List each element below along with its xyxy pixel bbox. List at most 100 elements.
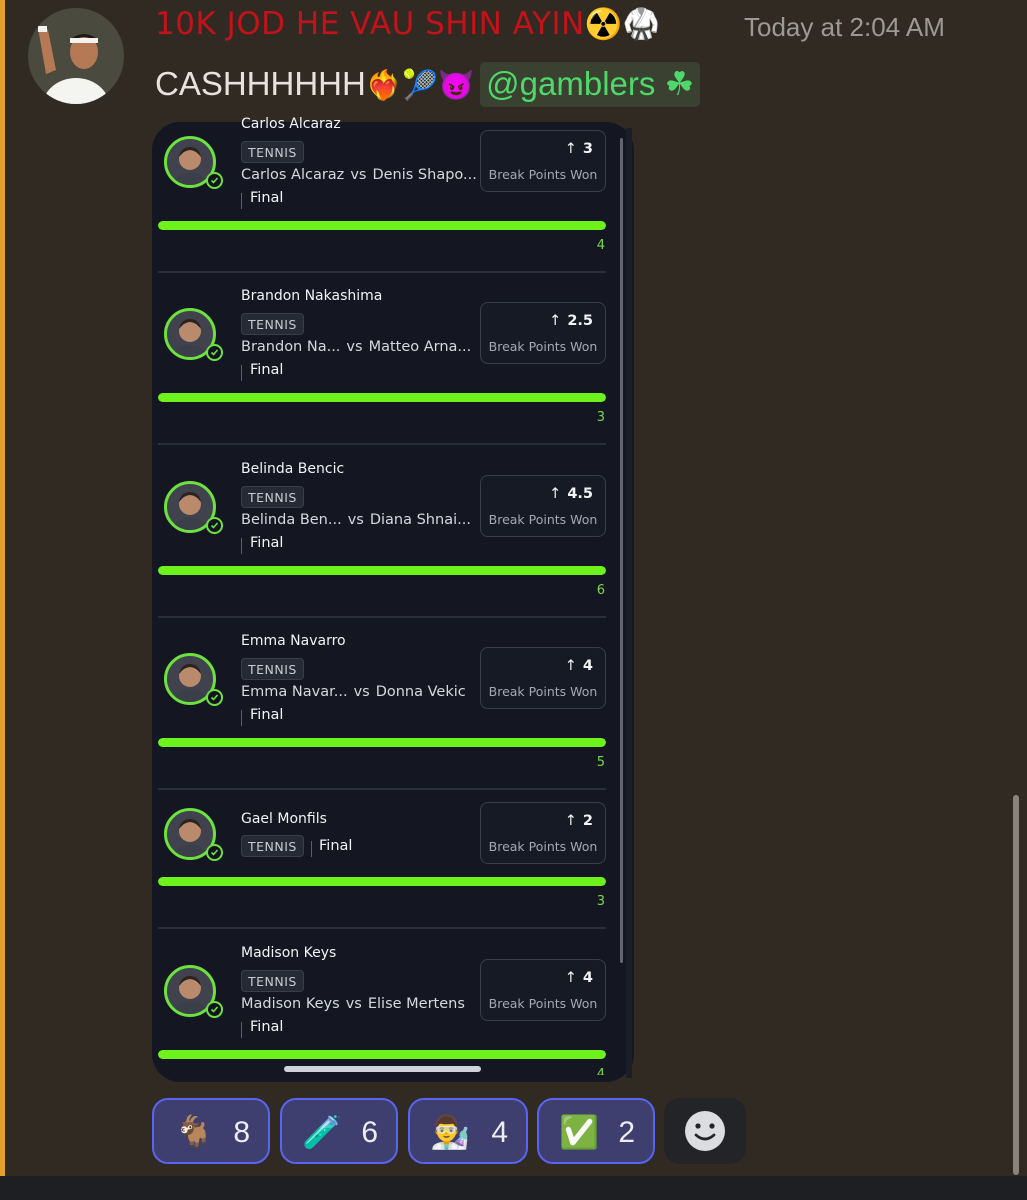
radioactive-icon: ☢️ xyxy=(584,7,623,42)
pick-card[interactable]: Carlos Alcaraz TENNIS Carlos Alcaraz vs Deni… xyxy=(158,116,606,266)
shamrock-icon: ☘ xyxy=(664,65,695,102)
arrow-up-icon: ↑ xyxy=(564,658,577,674)
username-text[interactable]: 10K JOD HE VAU SHIN AYIN xyxy=(155,6,585,42)
status-divider xyxy=(311,841,312,857)
reaction-goat[interactable]: 🐐 8 xyxy=(152,1098,270,1164)
add-reaction-button[interactable] xyxy=(664,1098,746,1164)
matchup-player-b: Matteo Arna... xyxy=(368,339,472,355)
smiling-devil-icon: 😈 xyxy=(438,70,475,102)
chat-scrollbar[interactable] xyxy=(1013,795,1019,1175)
game-status: Final xyxy=(250,535,284,551)
stat-line-box[interactable]: ↑ 4 Break Points Won xyxy=(480,647,606,709)
sport-tag: TENNIS xyxy=(241,970,304,992)
reaction-count: 8 xyxy=(233,1116,250,1149)
role-mention[interactable]: @gamblers ☘ xyxy=(480,62,701,107)
bottom-bar xyxy=(0,1176,1027,1200)
stat-line-box[interactable]: ↑ 2 Break Points Won xyxy=(480,802,606,864)
player-name: Madison Keys xyxy=(241,945,337,961)
stat-line-value: ↑ 4 xyxy=(565,658,593,674)
reaction-scientist[interactable]: 👨‍🔬 4 xyxy=(408,1098,528,1164)
line-value: 2.5 xyxy=(567,313,593,329)
actual-value: 3 xyxy=(596,894,605,909)
reaction-test-tube[interactable]: 🧪 6 xyxy=(280,1098,398,1164)
sport-tag: TENNIS xyxy=(241,313,304,335)
matchup-player-b: Donna Vekic xyxy=(375,684,466,700)
stat-line-value: ↑ 2 xyxy=(565,813,593,829)
verified-check-icon xyxy=(206,689,223,706)
game-status: Final xyxy=(250,362,284,378)
pick-card[interactable]: Gael Monfils TENNIS Final ↑ 2 Break Points Wo… xyxy=(158,802,606,961)
card-divider xyxy=(158,443,606,445)
pick-card[interactable]: Emma Navarro TENNIS Emma Navar... vs Donna V… xyxy=(158,633,606,783)
game-status: Final xyxy=(250,190,284,206)
verified-check-icon xyxy=(206,1001,223,1018)
reaction-count: 6 xyxy=(361,1116,378,1149)
screenshot-scrollbar xyxy=(620,138,623,963)
test-tube-icon: 🧪 xyxy=(302,1113,342,1151)
username[interactable]: 10K JOD HE VAU SHIN AYIN☢️🥋 xyxy=(155,6,661,42)
message-text: CASHHHHHH xyxy=(155,65,366,102)
player-name: Gael Monfils xyxy=(241,811,327,827)
user-avatar[interactable] xyxy=(28,8,124,104)
martial-arts-uniform-icon: 🥋 xyxy=(622,7,661,42)
matchup-vs: vs xyxy=(350,167,367,183)
progress-bar xyxy=(158,1050,606,1059)
matchup-player-a: Brandon Na... xyxy=(241,339,341,355)
status-divider xyxy=(241,1022,242,1038)
arrow-up-icon: ↑ xyxy=(549,313,562,329)
line-value: 2 xyxy=(582,813,593,829)
status-divider xyxy=(241,365,242,381)
pick-card[interactable]: Madison Keys TENNIS Madison Keys vs Elise Me… xyxy=(158,945,606,1075)
stat-line-box[interactable]: ↑ 2.5 Break Points Won xyxy=(480,302,606,364)
line-value: 4.5 xyxy=(567,486,593,502)
progress-fill xyxy=(158,877,606,886)
stat-line-box[interactable]: ↑ 4 Break Points Won xyxy=(480,959,606,1021)
actual-value: 6 xyxy=(596,583,605,598)
stat-label: Break Points Won xyxy=(488,339,598,354)
game-status: Final xyxy=(250,707,284,723)
reaction-count: 2 xyxy=(618,1116,635,1149)
message-content: CASHHHHHH❤️‍🔥🎾😈 @gamblers ☘ xyxy=(155,62,701,107)
pick-card[interactable]: Brandon Nakashima TENNIS Brandon Na... vs Ma… xyxy=(158,288,606,438)
matchup-vs: vs xyxy=(347,512,364,528)
matchup-vs: vs xyxy=(353,684,370,700)
matchup-player-a: Madison Keys xyxy=(241,996,340,1012)
matchup: Madison Keys vs Elise Mertens xyxy=(241,996,465,1012)
matchup: Carlos Alcaraz vs Denis Shapo... xyxy=(241,167,477,183)
add-reaction-smiley-icon xyxy=(685,1111,725,1151)
progress-bar xyxy=(158,221,606,230)
player-name: Brandon Nakashima xyxy=(241,288,383,304)
matchup: Belinda Ben... vs Diana Shnai... xyxy=(241,512,471,528)
sport-tag: TENNIS xyxy=(241,835,304,857)
check-mark-icon: ✅ xyxy=(559,1113,599,1151)
line-value: 4 xyxy=(582,970,593,986)
message-timestamp: Today at 2:04 AM xyxy=(744,12,945,42)
progress-bar xyxy=(158,877,606,886)
arrow-up-icon: ↑ xyxy=(549,486,562,502)
actual-value: 3 xyxy=(596,410,605,425)
card-divider xyxy=(158,616,606,618)
status-divider xyxy=(241,710,242,726)
progress-fill xyxy=(158,566,606,575)
mention-text[interactable]: @gamblers xyxy=(486,65,655,102)
tennis-ball-icon: 🎾 xyxy=(401,70,439,102)
card-divider xyxy=(158,927,606,929)
line-value: 3 xyxy=(582,141,593,157)
arrow-up-icon: ↑ xyxy=(564,141,577,157)
verified-check-icon xyxy=(206,172,223,189)
matchup-vs: vs xyxy=(346,339,363,355)
stat-line-box[interactable]: ↑ 4.5 Break Points Won xyxy=(480,475,606,537)
pick-card[interactable]: Belinda Bencic TENNIS Belinda Ben... vs Dian… xyxy=(158,461,606,611)
stat-line-box[interactable]: ↑ 3 Break Points Won xyxy=(480,130,606,192)
verified-check-icon xyxy=(206,344,223,361)
stat-line-value: ↑ 2.5 xyxy=(549,313,593,329)
stat-label: Break Points Won xyxy=(488,996,598,1011)
status-divider xyxy=(241,193,242,209)
stat-label: Break Points Won xyxy=(488,839,598,854)
screenshot-edge xyxy=(626,128,632,1078)
sport-tag: TENNIS xyxy=(241,141,304,163)
matchup-player-b: Elise Mertens xyxy=(367,996,465,1012)
matchup-player-b: Diana Shnai... xyxy=(369,512,471,528)
reaction-check-mark[interactable]: ✅ 2 xyxy=(537,1098,655,1164)
matchup-player-a: Emma Navar... xyxy=(241,684,348,700)
